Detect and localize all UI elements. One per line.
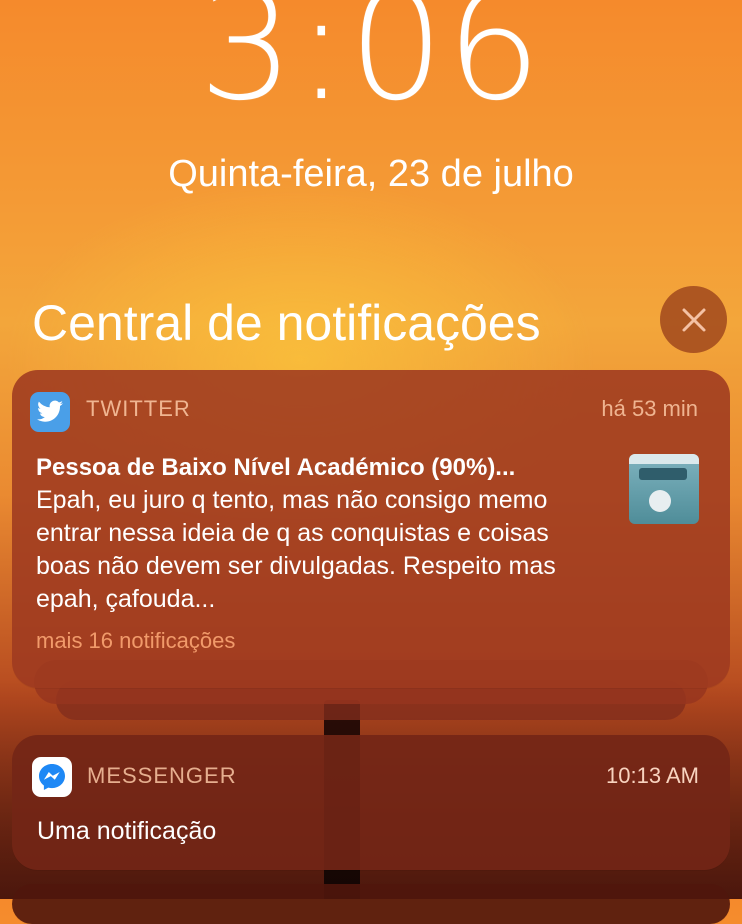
lockscreen-date: Quinta-feira, 23 de julho bbox=[168, 153, 574, 195]
attachment-thumbnail bbox=[629, 454, 699, 524]
messenger-notification[interactable]: MESSENGER 10:13 AM Uma notificação bbox=[12, 735, 730, 870]
notification-timestamp: há 53 min bbox=[601, 396, 698, 421]
close-icon bbox=[682, 308, 705, 331]
twitter-bird-icon bbox=[30, 392, 70, 432]
notification-body: Uma notificação bbox=[37, 817, 217, 845]
app-name: TWITTER bbox=[86, 396, 191, 421]
clear-notifications-button[interactable] bbox=[660, 286, 727, 353]
notification-center-title: Central de notificações bbox=[32, 295, 541, 351]
notification-title: Pessoa de Baixo Nível Académico (90%)... bbox=[36, 454, 516, 481]
notification-body: Epah, eu juro q tento, mas não consigo m… bbox=[36, 486, 556, 613]
messenger-icon bbox=[32, 757, 72, 797]
notification-timestamp: 10:13 AM bbox=[606, 763, 699, 788]
lockscreen-time: 3:06 bbox=[198, 0, 544, 134]
twitter-notification[interactable]: TWITTER há 53 min Pessoa de Baixo Nível … bbox=[12, 370, 730, 688]
more-notifications-label[interactable]: mais 16 notificações bbox=[36, 628, 235, 654]
app-name: MESSENGER bbox=[87, 763, 237, 788]
next-notification[interactable] bbox=[12, 884, 730, 924]
